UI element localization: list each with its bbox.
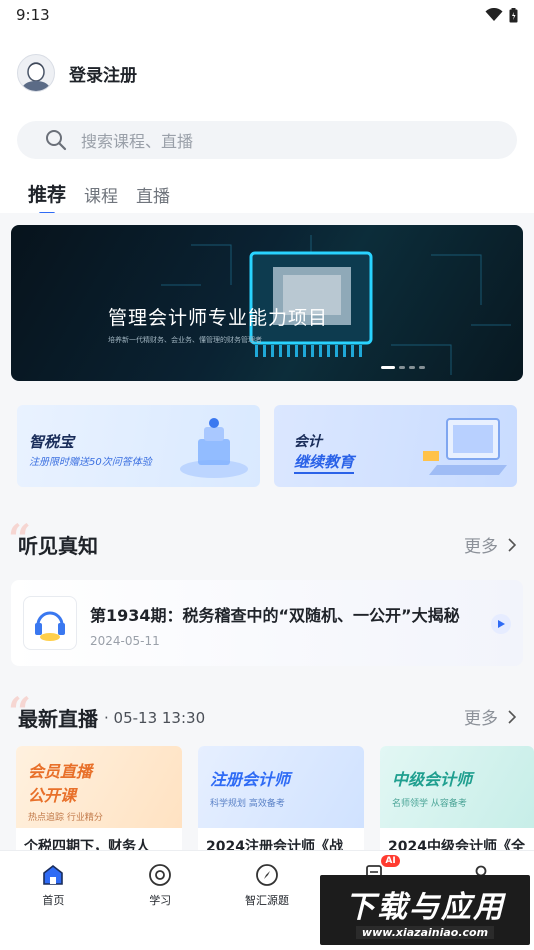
podcast-thumbnail (23, 596, 77, 650)
podcast-section-title: 听见真知 (18, 534, 98, 558)
login-register-label: 登录注册 (69, 65, 137, 86)
promo-tax-assistant[interactable]: 智税宝 注册限时赠送50次问答体验 (17, 405, 260, 487)
watermark-text: 下载与应用 (345, 889, 505, 925)
carousel-dot (381, 366, 395, 369)
live-section-header: “ 最新直播 · 05-13 13:30 (8, 689, 206, 736)
cube-stack-icon (180, 418, 248, 478)
live-card[interactable]: 会员直播 公开课 热点追踪 行业精分 个税四期下，财务人 (16, 746, 182, 864)
play-icon (498, 620, 505, 628)
learn-icon (149, 864, 172, 886)
carousel-dot (399, 366, 405, 369)
watermark-url: www.xiazainiao.com (355, 925, 495, 939)
live-more-link[interactable]: 更多 (464, 704, 516, 729)
live-card-thumb-subtitle: 科学规划 高效备考 (210, 799, 285, 809)
live-card-thumb-subtitle: 热点追踪 行业精分 (28, 813, 103, 823)
podcast-episode-card[interactable]: 第1934期：税务稽查中的“双随机、一公开”大揭秘 2024-05-11 (11, 580, 523, 666)
chevron-right-icon (508, 537, 516, 552)
carousel-dot (409, 366, 415, 369)
laptop-icon (423, 418, 507, 475)
search-input[interactable]: 搜索课程、直播 (17, 121, 517, 159)
banner-subtitle: 培养新一代精财务、会业务、懂管理的财务管理者 (108, 336, 262, 344)
carousel-dot (419, 366, 425, 369)
promo-edu-title-1: 会计 (294, 434, 322, 450)
live-section-title: 最新直播 (18, 707, 98, 731)
live-section-time: · 05-13 13:30 (104, 708, 206, 727)
headset-icon (35, 611, 65, 641)
wifi-icon (485, 8, 503, 21)
podcast-section-header: “ 听见真知 (8, 516, 98, 563)
ai-badge: AI (381, 855, 400, 867)
tab-courses[interactable]: 课程 (84, 182, 118, 215)
site-watermark: 下载与应用 www.xiazainiao.com (320, 875, 530, 945)
status-bar: 9:13 (0, 0, 534, 30)
search-placeholder: 搜索课程、直播 (81, 132, 194, 151)
promo-edu-title-2: 继续教育 (294, 451, 355, 474)
avatar (17, 54, 55, 92)
promo-tax-title: 智税宝 (29, 433, 75, 451)
live-card-thumb-title: 注册会计师 (210, 770, 291, 789)
promo-continuing-education[interactable]: 会计 继续教育 (274, 405, 517, 487)
podcast-episode-title: 第1934期：税务稽查中的“双随机、一公开”大揭秘 (90, 606, 460, 625)
tab-bar: 推荐 课程 直播 (28, 180, 170, 215)
home-icon (43, 864, 64, 885)
more-label: 更多 (464, 537, 498, 557)
live-card[interactable]: 注册会计师 科学规划 高效备考 2024注册会计师《战 (198, 746, 364, 864)
compass-icon (256, 864, 278, 886)
live-card-thumb-title: 会员直播 (28, 762, 93, 781)
banner-title: 管理会计师专业能力项目 (108, 307, 329, 329)
nav-question-bank[interactable]: 智汇源题 (214, 851, 321, 950)
nav-question-bank-label: 智汇源题 (244, 894, 289, 907)
nav-learn[interactable]: 学习 (107, 851, 214, 950)
live-card-thumbnail: 中级会计师 名师领学 从容备考 (380, 746, 534, 828)
tab-live[interactable]: 直播 (136, 182, 170, 215)
battery-icon (509, 7, 518, 22)
live-card-thumbnail: 注册会计师 科学规划 高效备考 (198, 746, 364, 828)
live-card[interactable]: 中级会计师 名师领学 从容备考 2024中级会计师《全 (380, 746, 534, 864)
nav-learn-label: 学习 (149, 894, 172, 907)
promo-tax-subtitle: 注册限时赠送50次问答体验 (29, 457, 152, 468)
live-card-thumbnail: 会员直播 公开课 热点追踪 行业精分 (16, 746, 182, 828)
search-icon (46, 130, 67, 151)
login-entry[interactable]: 登录注册 (17, 54, 137, 92)
live-card-thumb-title: 中级会计师 (392, 770, 473, 789)
podcast-more-link[interactable]: 更多 (464, 532, 516, 557)
nav-home[interactable]: 首页 (0, 851, 107, 950)
banner-carousel[interactable]: 管理会计师专业能力项目 培养新一代精财务、会业务、懂管理的财务管理者 (11, 225, 523, 381)
user-avatar-icon (21, 62, 51, 91)
status-time: 9:13 (16, 6, 50, 24)
tab-recommend[interactable]: 推荐 (28, 180, 66, 215)
more-label: 更多 (464, 709, 498, 729)
carousel-indicator (381, 366, 425, 369)
nav-home-label: 首页 (42, 894, 65, 907)
status-icons (485, 7, 518, 23)
play-button[interactable] (491, 614, 511, 634)
live-card-thumb-title-2: 公开课 (28, 786, 77, 805)
chevron-right-icon (508, 709, 516, 724)
podcast-episode-date: 2024-05-11 (90, 634, 160, 648)
live-card-thumb-subtitle: 名师领学 从容备考 (392, 799, 467, 809)
